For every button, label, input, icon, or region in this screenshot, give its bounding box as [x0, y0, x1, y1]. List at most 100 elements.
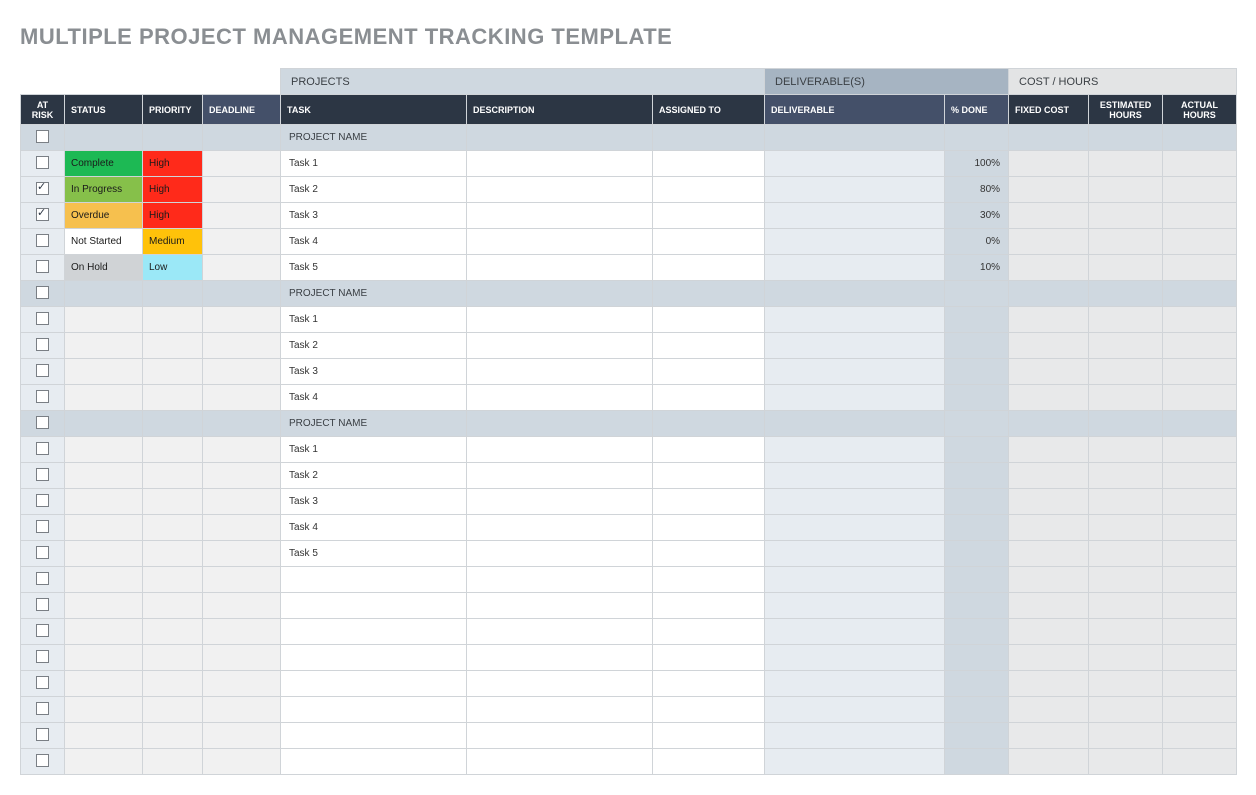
cell-status[interactable]: Overdue: [65, 203, 143, 229]
cell-priority[interactable]: [143, 671, 203, 697]
cell-assigned-to[interactable]: [653, 125, 765, 151]
cell-deliverable[interactable]: [765, 645, 945, 671]
cell-status[interactable]: [65, 697, 143, 723]
cell-fixed-cost[interactable]: [1009, 541, 1089, 567]
cell-pct-done[interactable]: [945, 749, 1009, 775]
cell-actual-hours[interactable]: [1163, 359, 1237, 385]
cell-deadline[interactable]: [203, 697, 281, 723]
cell-task[interactable]: PROJECT NAME: [281, 411, 467, 437]
cell-at-risk[interactable]: [21, 437, 65, 463]
at-risk-checkbox[interactable]: [36, 208, 49, 221]
cell-priority[interactable]: [143, 593, 203, 619]
cell-at-risk[interactable]: [21, 177, 65, 203]
at-risk-checkbox[interactable]: [36, 650, 49, 663]
cell-actual-hours[interactable]: [1163, 151, 1237, 177]
cell-deliverable[interactable]: [765, 749, 945, 775]
cell-pct-done[interactable]: [945, 359, 1009, 385]
cell-deadline[interactable]: [203, 489, 281, 515]
cell-description[interactable]: [467, 671, 653, 697]
at-risk-checkbox[interactable]: [36, 390, 49, 403]
cell-description[interactable]: [467, 567, 653, 593]
cell-status[interactable]: [65, 307, 143, 333]
cell-est-hours[interactable]: [1089, 697, 1163, 723]
cell-description[interactable]: [467, 125, 653, 151]
cell-description[interactable]: [467, 203, 653, 229]
cell-deliverable[interactable]: [765, 567, 945, 593]
cell-priority[interactable]: [143, 437, 203, 463]
cell-pct-done[interactable]: [945, 333, 1009, 359]
col-priority[interactable]: PRIORITY: [143, 95, 203, 125]
at-risk-checkbox[interactable]: [36, 286, 49, 299]
cell-assigned-to[interactable]: [653, 411, 765, 437]
cell-assigned-to[interactable]: [653, 203, 765, 229]
at-risk-checkbox[interactable]: [36, 156, 49, 169]
cell-deliverable[interactable]: [765, 125, 945, 151]
cell-assigned-to[interactable]: [653, 489, 765, 515]
at-risk-checkbox[interactable]: [36, 312, 49, 325]
at-risk-checkbox[interactable]: [36, 182, 49, 195]
cell-task[interactable]: Task 4: [281, 515, 467, 541]
cell-priority[interactable]: [143, 723, 203, 749]
cell-task[interactable]: [281, 671, 467, 697]
cell-deadline[interactable]: [203, 411, 281, 437]
cell-description[interactable]: [467, 281, 653, 307]
cell-est-hours[interactable]: [1089, 281, 1163, 307]
cell-est-hours[interactable]: [1089, 463, 1163, 489]
cell-actual-hours[interactable]: [1163, 333, 1237, 359]
cell-fixed-cost[interactable]: [1009, 255, 1089, 281]
cell-assigned-to[interactable]: [653, 177, 765, 203]
cell-actual-hours[interactable]: [1163, 567, 1237, 593]
cell-deliverable[interactable]: [765, 255, 945, 281]
cell-at-risk[interactable]: [21, 489, 65, 515]
cell-at-risk[interactable]: [21, 671, 65, 697]
cell-status[interactable]: [65, 385, 143, 411]
cell-priority[interactable]: Medium: [143, 229, 203, 255]
cell-est-hours[interactable]: [1089, 671, 1163, 697]
at-risk-checkbox[interactable]: [36, 624, 49, 637]
cell-pct-done[interactable]: [945, 281, 1009, 307]
cell-deadline[interactable]: [203, 593, 281, 619]
cell-actual-hours[interactable]: [1163, 515, 1237, 541]
cell-est-hours[interactable]: [1089, 307, 1163, 333]
cell-at-risk[interactable]: [21, 593, 65, 619]
cell-actual-hours[interactable]: [1163, 255, 1237, 281]
cell-est-hours[interactable]: [1089, 411, 1163, 437]
cell-actual-hours[interactable]: [1163, 411, 1237, 437]
cell-deadline[interactable]: [203, 151, 281, 177]
cell-status[interactable]: [65, 593, 143, 619]
cell-actual-hours[interactable]: [1163, 125, 1237, 151]
cell-est-hours[interactable]: [1089, 749, 1163, 775]
cell-fixed-cost[interactable]: [1009, 151, 1089, 177]
cell-description[interactable]: [467, 749, 653, 775]
at-risk-checkbox[interactable]: [36, 364, 49, 377]
cell-at-risk[interactable]: [21, 281, 65, 307]
cell-at-risk[interactable]: [21, 255, 65, 281]
cell-status[interactable]: Complete: [65, 151, 143, 177]
cell-at-risk[interactable]: [21, 697, 65, 723]
cell-priority[interactable]: [143, 541, 203, 567]
cell-description[interactable]: [467, 515, 653, 541]
cell-assigned-to[interactable]: [653, 151, 765, 177]
cell-assigned-to[interactable]: [653, 567, 765, 593]
cell-status[interactable]: [65, 567, 143, 593]
cell-actual-hours[interactable]: [1163, 437, 1237, 463]
cell-actual-hours[interactable]: [1163, 541, 1237, 567]
cell-description[interactable]: [467, 229, 653, 255]
cell-task[interactable]: Task 5: [281, 255, 467, 281]
cell-at-risk[interactable]: [21, 645, 65, 671]
cell-deliverable[interactable]: [765, 515, 945, 541]
cell-deliverable[interactable]: [765, 437, 945, 463]
cell-task[interactable]: [281, 619, 467, 645]
cell-deadline[interactable]: [203, 229, 281, 255]
cell-status[interactable]: [65, 723, 143, 749]
cell-actual-hours[interactable]: [1163, 385, 1237, 411]
cell-deliverable[interactable]: [765, 203, 945, 229]
cell-description[interactable]: [467, 177, 653, 203]
cell-fixed-cost[interactable]: [1009, 385, 1089, 411]
cell-priority[interactable]: Low: [143, 255, 203, 281]
cell-assigned-to[interactable]: [653, 541, 765, 567]
cell-fixed-cost[interactable]: [1009, 281, 1089, 307]
cell-deliverable[interactable]: [765, 333, 945, 359]
cell-fixed-cost[interactable]: [1009, 411, 1089, 437]
cell-status[interactable]: [65, 515, 143, 541]
